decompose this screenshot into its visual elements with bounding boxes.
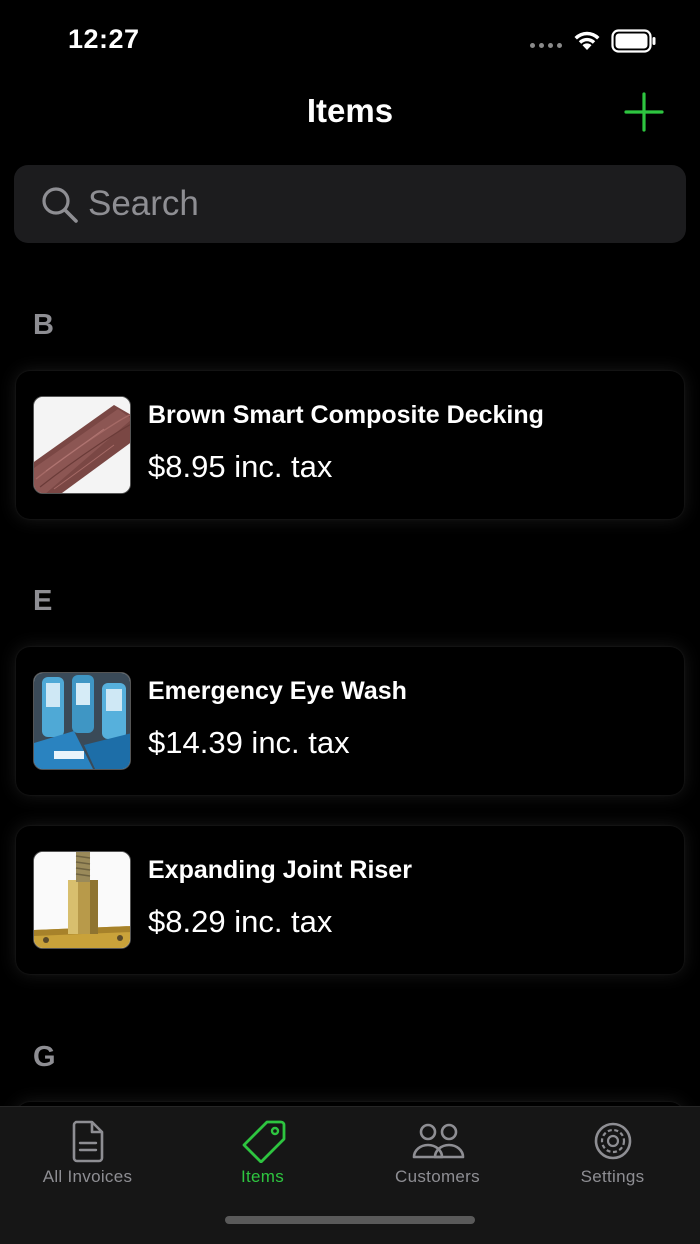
tab-label: Settings [580,1167,645,1186]
wifi-icon [574,31,600,50]
search-input[interactable] [88,165,668,243]
document-icon [72,1120,103,1163]
tab-customers[interactable]: Customers [350,1107,525,1207]
eye-wash-image [33,672,131,770]
search-bar[interactable] [14,165,686,243]
item-name: Brown Smart Composite Decking [148,401,544,429]
home-indicator[interactable] [225,1216,475,1224]
tag-icon [242,1120,285,1163]
battery-icon [611,29,656,53]
tab-label: All Invoices [42,1167,133,1186]
gear-icon [594,1122,631,1160]
tab-items[interactable]: Items [175,1107,350,1207]
tab-settings[interactable]: Settings [525,1107,700,1207]
status-time: 12:27 [68,24,140,54]
item-price: $14.39 inc. tax [148,725,350,760]
list-item[interactable]: Expanding Joint Riser $8.29 inc. tax [16,826,684,974]
item-name: Emergency Eye Wash [148,677,407,705]
joint-riser-image [33,851,131,949]
search-icon [42,187,78,223]
people-icon [412,1123,464,1159]
tab-label: Customers [395,1167,480,1186]
item-price: $8.29 inc. tax [148,904,333,939]
list-item[interactable]: Emergency Eye Wash $14.39 inc. tax [16,647,684,795]
list-item[interactable]: Brown Smart Composite Decking $8.95 inc.… [16,371,684,519]
item-price: $8.95 inc. tax [148,449,333,484]
tab-label: Items [240,1167,285,1186]
cellular-signal-icon [530,43,562,48]
status-bar: 12:27 [0,0,700,80]
item-name: Expanding Joint Riser [148,856,412,884]
page-title: Items [306,92,394,129]
section-header-b: B [33,309,54,341]
tab-all-invoices[interactable]: All Invoices [0,1107,175,1207]
section-header-e: E [33,585,53,617]
decking-image [33,396,131,494]
plus-icon[interactable] [624,92,664,132]
section-header-g: G [33,1041,56,1073]
